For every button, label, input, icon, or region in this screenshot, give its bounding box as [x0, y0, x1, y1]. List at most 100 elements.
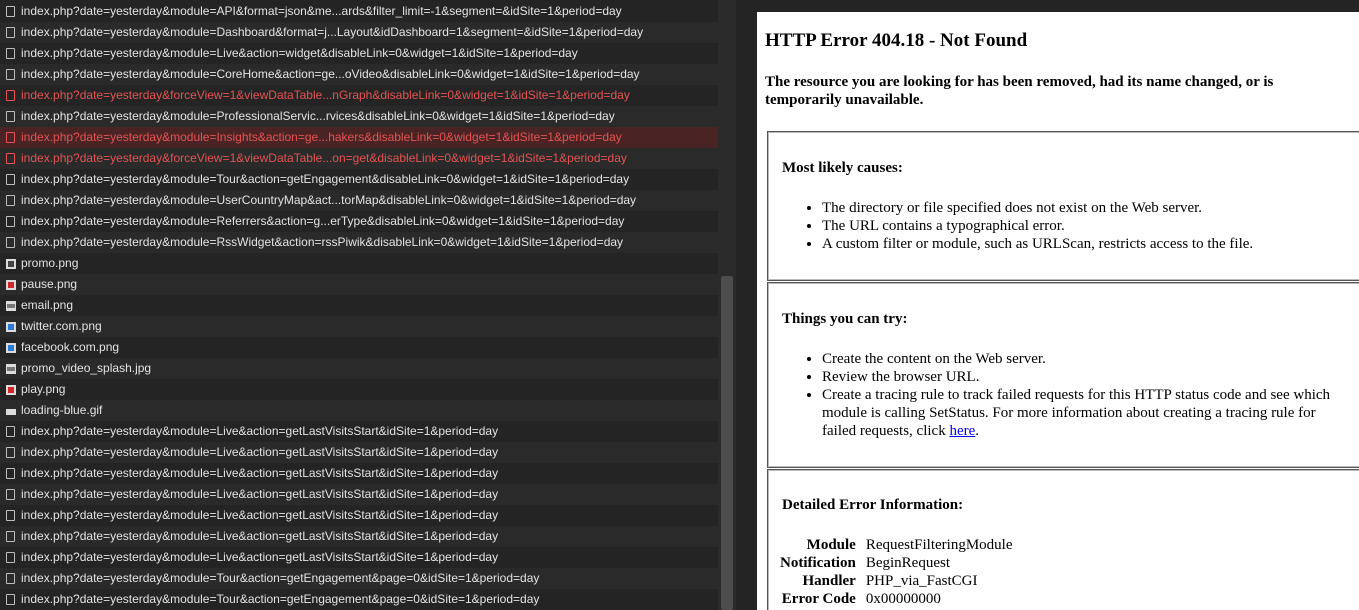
request-row[interactable]: loading-blue.gif	[0, 400, 718, 421]
doc-icon	[6, 531, 15, 542]
request-name: play.png	[21, 382, 66, 396]
request-row[interactable]: facebook.com.png	[0, 337, 718, 358]
request-row[interactable]: index.php?date=yesterday&module=Professi…	[0, 106, 718, 127]
image-icon	[6, 363, 16, 374]
try-section: Things you can try: Create the content o…	[767, 282, 1359, 468]
request-row[interactable]: index.php?date=yesterday&module=Live&act…	[0, 547, 718, 568]
request-row[interactable]: index.php?date=yesterday&module=CoreHome…	[0, 64, 718, 85]
request-name: index.php?date=yesterday&module=Tour&act…	[21, 592, 540, 606]
image-icon	[6, 384, 16, 395]
causes-list: The directory or file specified does not…	[782, 199, 1342, 253]
details-value: PHP_via_FastCGI	[865, 573, 978, 589]
doc-icon	[6, 447, 15, 458]
request-row[interactable]: index.php?date=yesterday&module=Tour&act…	[0, 589, 718, 610]
request-row[interactable]: index.php?date=yesterday&module=Live&act…	[0, 526, 718, 547]
details-key: Handler	[802, 573, 856, 589]
request-row[interactable]: index.php?date=yesterday&module=Dashboar…	[0, 22, 718, 43]
request-name: index.php?date=yesterday&module=Dashboar…	[21, 25, 644, 39]
details-value: BeginRequest	[865, 555, 950, 571]
request-name: index.php?date=yesterday&module=Live&act…	[21, 529, 499, 543]
doc-icon	[6, 6, 15, 17]
image-icon	[6, 408, 16, 415]
doc-icon	[6, 174, 15, 185]
request-row[interactable]: promo.png	[0, 253, 718, 274]
request-name: index.php?date=yesterday&module=Live&act…	[21, 46, 578, 60]
request-name: index.php?date=yesterday&module=Tour&act…	[21, 172, 630, 186]
request-name: email.png	[21, 298, 74, 312]
image-icon	[6, 300, 16, 311]
scrollbar-thumb[interactable]	[721, 276, 733, 610]
doc-icon	[6, 153, 15, 164]
details-section: Detailed Error Information: Module Reques…	[767, 469, 1359, 610]
cause-item: The directory or file specified does not…	[822, 199, 1342, 217]
cause-item: The URL contains a typographical error.	[822, 217, 1342, 235]
request-row[interactable]: index.php?date=yesterday&module=API&form…	[0, 1, 718, 22]
request-row[interactable]: index.php?date=yesterday&module=Live&act…	[0, 505, 718, 526]
doc-icon	[6, 216, 15, 227]
request-row[interactable]: email.png	[0, 295, 718, 316]
response-preview: HTTP Error 404.18 - Not Found The resour…	[757, 12, 1359, 610]
request-name: index.php?date=yesterday&forceView=1&vie…	[21, 151, 627, 165]
details-row: Module RequestFilteringModule	[780, 536, 1013, 554]
doc-icon	[6, 510, 15, 521]
request-row[interactable]: index.php?date=yesterday&module=Live&act…	[0, 442, 718, 463]
details-row: Error Code 0x00000000	[780, 590, 1012, 608]
error-title: HTTP Error 404.18 - Not Found	[765, 30, 1028, 51]
request-name: index.php?date=yesterday&module=Live&act…	[21, 424, 499, 438]
request-row[interactable]: index.php?date=yesterday&module=RssWidge…	[0, 232, 718, 253]
doc-icon	[6, 237, 15, 248]
doc-icon	[6, 552, 15, 563]
doc-icon	[6, 48, 15, 59]
request-row[interactable]: play.png	[0, 379, 718, 400]
try-item: Create a tracing rule to track failed re…	[822, 386, 1342, 440]
error-subtitle: The resource you are looking for has bee…	[765, 74, 1274, 108]
request-row[interactable]: twitter.com.png	[0, 316, 718, 337]
doc-icon	[6, 468, 15, 479]
network-request-list: index.php?date=yesterday&module=API&form…	[0, 0, 718, 610]
request-name: index.php?date=yesterday&module=CoreHome…	[21, 67, 640, 81]
details-row: Notification BeginRequest	[780, 554, 1012, 572]
request-row[interactable]: index.php?date=yesterday&module=Insights…	[0, 127, 718, 148]
causes-section: Most likely causes: The directory or fil…	[767, 131, 1359, 281]
doc-icon	[6, 69, 15, 80]
request-name: index.php?date=yesterday&module=API&form…	[21, 4, 622, 18]
request-name: index.php?date=yesterday&module=Live&act…	[21, 466, 499, 480]
request-name: index.php?date=yesterday&module=Live&act…	[21, 508, 499, 522]
request-list-scrollbar[interactable]	[718, 0, 736, 610]
details-value: RequestFilteringModule	[865, 537, 1013, 553]
causes-heading: Most likely causes:	[782, 160, 903, 176]
request-row[interactable]: index.php?date=yesterday&module=Live&act…	[0, 484, 718, 505]
try-item-text: Create a tracing rule to track failed re…	[822, 387, 1331, 439]
request-name: loading-blue.gif	[21, 403, 103, 417]
image-icon	[6, 321, 16, 332]
request-row[interactable]: index.php?date=yesterday&module=Tour&act…	[0, 169, 718, 190]
try-item: Review the browser URL.	[822, 368, 1342, 386]
doc-icon	[6, 27, 15, 38]
request-row[interactable]: index.php?date=yesterday&module=Live&act…	[0, 463, 718, 484]
image-icon	[6, 258, 16, 269]
request-row[interactable]: index.php?date=yesterday&module=Live&act…	[0, 43, 718, 64]
try-list: Create the content on the Web server. Re…	[782, 350, 1342, 440]
request-row[interactable]: promo_video_splash.jpg	[0, 358, 718, 379]
here-link[interactable]: here	[949, 423, 975, 439]
request-name: index.php?date=yesterday&module=UserCoun…	[21, 193, 637, 207]
request-row[interactable]: index.php?date=yesterday&module=Referrer…	[0, 211, 718, 232]
request-row[interactable]: index.php?date=yesterday&module=Tour&act…	[0, 568, 718, 589]
request-row[interactable]: pause.png	[0, 274, 718, 295]
request-name: index.php?date=yesterday&module=Live&act…	[21, 550, 499, 564]
image-icon	[6, 342, 16, 353]
request-row[interactable]: index.php?date=yesterday&forceView=1&vie…	[0, 85, 718, 106]
details-row: Handler PHP_via_FastCGI	[780, 572, 1012, 590]
request-row[interactable]: index.php?date=yesterday&module=UserCoun…	[0, 190, 718, 211]
request-name: index.php?date=yesterday&forceView=1&vie…	[21, 88, 630, 102]
request-row[interactable]: index.php?date=yesterday&module=Live&act…	[0, 421, 718, 442]
try-item-end: .	[975, 423, 980, 439]
request-row[interactable]: index.php?date=yesterday&forceView=1&vie…	[0, 148, 718, 169]
details-heading: Detailed Error Information:	[782, 497, 964, 513]
details-key: Module	[806, 537, 856, 553]
request-name: index.php?date=yesterday&module=Live&act…	[21, 445, 499, 459]
doc-icon	[6, 90, 15, 101]
doc-icon	[6, 195, 15, 206]
doc-icon	[6, 111, 15, 122]
cause-item: A custom filter or module, such as URLSc…	[822, 235, 1342, 253]
